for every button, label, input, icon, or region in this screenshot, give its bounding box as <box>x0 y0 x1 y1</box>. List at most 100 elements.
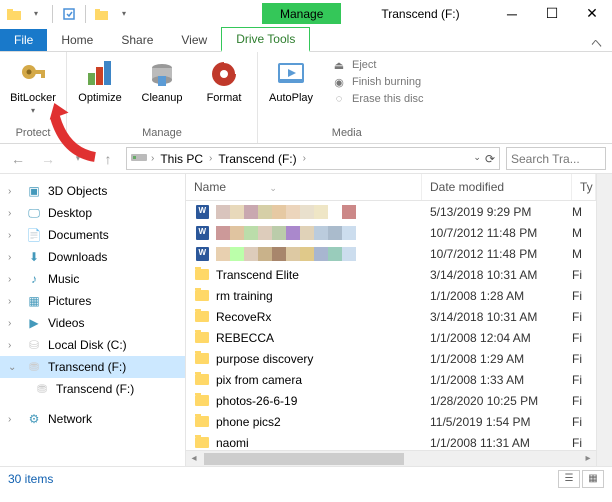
file-date: 1/1/2008 1:33 AM <box>422 373 572 387</box>
file-row[interactable]: pix from camera 1/1/2008 1:33 AMFi <box>186 369 596 390</box>
file-row[interactable]: REBECCA1/1/2008 12:04 AMFi <box>186 327 596 348</box>
back-button[interactable]: ← <box>6 147 30 171</box>
erase-disc-button: ◌Erase this disc <box>332 92 424 106</box>
file-name: rm training <box>216 289 273 303</box>
file-name: RecoveRx <box>216 310 271 324</box>
folder-icon <box>194 267 210 283</box>
tree-item-label: Pictures <box>48 294 91 308</box>
file-type: Fi <box>572 331 596 345</box>
file-type: M <box>572 247 596 261</box>
file-type: Fi <box>572 268 596 282</box>
doc-icon: 📄 <box>26 227 42 243</box>
qat-dropdown-icon[interactable]: ▾ <box>28 6 44 22</box>
tree-item-local-disk-c-[interactable]: ›⛁Local Disk (C:) <box>0 334 185 356</box>
folder-icon <box>194 393 210 409</box>
tab-file[interactable]: File <box>0 29 47 51</box>
file-type: M <box>572 205 596 219</box>
file-date: 11/5/2019 1:54 PM <box>422 415 572 429</box>
col-type[interactable]: Ty <box>572 174 596 200</box>
tree-item-videos[interactable]: ›▶Videos <box>0 312 185 334</box>
icons-view-button[interactable]: ▦ <box>582 470 604 488</box>
bitlocker-button[interactable]: BitLocker ▾ <box>6 56 60 125</box>
crumb-this-pc[interactable]: This PC <box>158 152 205 166</box>
details-view-button[interactable]: ☰ <box>558 470 580 488</box>
properties-icon[interactable] <box>61 6 77 22</box>
horizontal-scrollbar[interactable]: ◂▸ <box>186 450 596 466</box>
new-folder-icon[interactable] <box>94 6 110 22</box>
file-name: phone pics2 <box>216 415 281 429</box>
group-manage: Optimize Cleanup Format Manage <box>67 52 258 143</box>
tree-item-music[interactable]: ›♪Music <box>0 268 185 290</box>
group-manage-label: Manage <box>142 125 182 141</box>
chevron-icon: › <box>8 252 20 263</box>
up-button[interactable]: ↑ <box>96 147 120 171</box>
search-box[interactable]: Search Tra... <box>506 147 606 170</box>
vertical-scrollbar[interactable] <box>596 174 612 466</box>
address-bar[interactable]: › This PC › Transcend (F:) › ⌄ ⟳ <box>126 147 500 170</box>
tab-home[interactable]: Home <box>47 29 107 51</box>
tree-item-documents[interactable]: ›📄Documents <box>0 224 185 246</box>
file-type: Fi <box>572 436 596 450</box>
file-row[interactable]: RecoveRx3/14/2018 10:31 AMFi <box>186 306 596 327</box>
autoplay-button[interactable]: AutoPlay <box>264 56 318 125</box>
tree-item-label: Network <box>48 412 92 426</box>
tab-view[interactable]: View <box>167 29 221 51</box>
tree-item-desktop[interactable]: ›🖵Desktop <box>0 202 185 224</box>
file-name: pix from camera <box>216 373 302 387</box>
bitlocker-label: BitLocker <box>10 92 56 104</box>
file-name: photos-26-6-19 <box>216 394 297 408</box>
optimize-icon <box>84 58 116 90</box>
format-button[interactable]: Format <box>197 56 251 125</box>
tree-item-3d-objects[interactable]: ›▣3D Objects <box>0 180 185 202</box>
burn-icon: ◉ <box>332 75 346 89</box>
collapse-ribbon-icon[interactable]: ヘ <box>581 35 612 51</box>
refresh-icon[interactable]: ⟳ <box>485 152 495 166</box>
file-row[interactable]: purpose discovery1/1/2008 1:29 AMFi <box>186 348 596 369</box>
recent-dropdown-icon[interactable]: ▾ <box>66 147 90 171</box>
crumb-drive[interactable]: Transcend (F:) <box>216 152 298 166</box>
explorer-icon <box>6 6 22 22</box>
file-row[interactable]: Transcend Elite3/14/2018 10:31 AMFi <box>186 264 596 285</box>
file-name: Transcend Elite <box>216 268 299 282</box>
tab-drive-tools[interactable]: Drive Tools <box>221 27 310 52</box>
file-type: Fi <box>572 373 596 387</box>
col-name[interactable]: Name ⌄ <box>186 174 422 200</box>
group-protect: BitLocker ▾ Protect <box>0 52 67 143</box>
disk-icon: ⛁ <box>26 337 42 353</box>
drive-icon: ⛃ <box>26 359 42 375</box>
file-row[interactable]: phone pics211/5/2019 1:54 PMFi <box>186 411 596 432</box>
minimize-button[interactable]: ─ <box>492 0 532 28</box>
title-bar: ▾ ▾ Manage Transcend (F:) ─ ☐ ✕ <box>0 0 612 28</box>
tab-share[interactable]: Share <box>107 29 167 51</box>
ribbon-tabs: File Home Share View Drive Tools ヘ <box>0 28 612 52</box>
tree-item-label: Music <box>48 272 79 286</box>
file-date: 3/14/2018 10:31 AM <box>422 310 572 324</box>
tree-item-downloads[interactable]: ›⬇Downloads <box>0 246 185 268</box>
eject-button[interactable]: ⏏Eject <box>332 58 424 72</box>
col-date[interactable]: Date modified <box>422 174 572 200</box>
close-button[interactable]: ✕ <box>572 0 612 28</box>
address-dropdown-icon[interactable]: ⌄ <box>473 152 481 166</box>
file-row[interactable]: 5/13/2019 9:29 PMM <box>186 201 596 222</box>
folder-icon <box>194 288 210 304</box>
chevron-icon: › <box>8 186 20 197</box>
file-date: 1/28/2020 10:25 PM <box>422 394 572 408</box>
file-name: purpose discovery <box>216 352 313 366</box>
maximize-button[interactable]: ☐ <box>532 0 572 28</box>
file-row[interactable]: naomi1/1/2008 11:31 AMFi <box>186 432 596 450</box>
optimize-button[interactable]: Optimize <box>73 56 127 125</box>
tree-item-transcend-f-[interactable]: ⌄⛃Transcend (F:) <box>0 356 185 378</box>
file-row[interactable]: rm training1/1/2008 1:28 AMFi <box>186 285 596 306</box>
qat-customize-icon[interactable]: ▾ <box>116 6 132 22</box>
cleanup-button[interactable]: Cleanup <box>135 56 189 125</box>
word-doc-icon <box>194 204 210 220</box>
file-row[interactable]: 10/7/2012 11:48 PMM <box>186 243 596 264</box>
tree-item-transcend-f-[interactable]: ⛃Transcend (F:) <box>0 378 185 400</box>
tree-item-network[interactable]: ›⚙Network <box>0 408 185 430</box>
pic-icon: ▦ <box>26 293 42 309</box>
file-row[interactable]: 10/7/2012 11:48 PMM <box>186 222 596 243</box>
file-row[interactable]: photos-26-6-191/28/2020 10:25 PMFi <box>186 390 596 411</box>
tree-item-pictures[interactable]: › ▦ Pictures <box>0 290 185 312</box>
tree-item-label: Transcend (F:) <box>56 382 134 396</box>
chevron-icon: › <box>8 296 20 307</box>
